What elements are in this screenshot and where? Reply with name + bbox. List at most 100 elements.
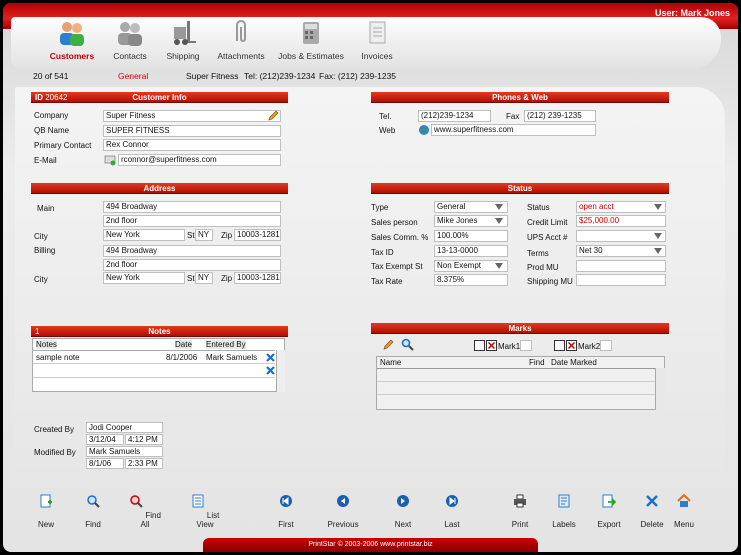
tax-rate-field[interactable]: 8.375% bbox=[434, 274, 508, 286]
email-label: E-Mail bbox=[34, 156, 57, 165]
first-button[interactable]: First bbox=[271, 490, 301, 529]
billing-city-field[interactable]: New York bbox=[103, 272, 185, 284]
note-text: sample note bbox=[36, 353, 80, 362]
marks-scrollbar[interactable] bbox=[655, 368, 665, 410]
fax-field[interactable]: (212) 239-1235 bbox=[524, 110, 596, 122]
last-button[interactable]: Last bbox=[437, 490, 467, 529]
next-button[interactable]: Next bbox=[388, 490, 418, 529]
globe-icon[interactable] bbox=[418, 124, 430, 136]
table-row[interactable]: sample note 8/1/2006 Mark Samuels bbox=[33, 352, 275, 364]
main-address-line2[interactable]: 2nd floor bbox=[103, 215, 281, 227]
billing-address-line1[interactable]: 494 Broadway bbox=[103, 245, 281, 257]
labels-button[interactable]: Labels bbox=[547, 490, 581, 529]
billing-zip-label: Zip bbox=[221, 274, 233, 283]
tab-attachments[interactable]: Attachments bbox=[205, 19, 277, 61]
find-button[interactable]: Find bbox=[78, 490, 108, 529]
print-button[interactable]: Print bbox=[505, 490, 535, 529]
type-label: Type bbox=[371, 203, 389, 212]
tel-field[interactable]: (212)239-1234 bbox=[418, 110, 491, 122]
state-label: St bbox=[187, 231, 195, 240]
clear-mark-icon[interactable] bbox=[566, 340, 577, 351]
created-date-field: 3/12/04 bbox=[86, 434, 124, 445]
created-time-field: 4:12 PM bbox=[125, 434, 163, 445]
ups-acct-label: UPS Acct # bbox=[527, 233, 568, 242]
chevron-down-icon[interactable] bbox=[494, 262, 504, 270]
tab-invoices[interactable]: Invoices bbox=[341, 19, 413, 61]
sub-tab-general[interactable]: General bbox=[118, 71, 148, 81]
list-view-button[interactable]: List View bbox=[185, 490, 225, 529]
search-icon[interactable] bbox=[401, 338, 414, 351]
list-view-label: List View bbox=[196, 511, 220, 529]
company-field[interactable]: Super Fitness bbox=[103, 110, 281, 122]
checkbox-icon[interactable] bbox=[554, 340, 565, 351]
primary-contact-field[interactable]: Rex Connor bbox=[103, 139, 281, 151]
credit-limit-field[interactable]: $25,000.00 bbox=[576, 215, 666, 227]
first-record-icon bbox=[280, 495, 292, 507]
divider bbox=[377, 368, 655, 369]
main-address-label: Main bbox=[37, 204, 55, 213]
export-button[interactable]: Export bbox=[592, 490, 626, 529]
state-field[interactable]: NY bbox=[195, 229, 213, 241]
customer-info-title: Customer Info bbox=[132, 93, 187, 102]
pencil-icon[interactable] bbox=[382, 339, 394, 351]
tab-jobs-estimates[interactable]: Jobs & Estimates bbox=[275, 19, 347, 61]
menu-button[interactable]: Menu bbox=[668, 490, 700, 529]
pencil-icon[interactable] bbox=[267, 110, 279, 122]
tax-id-field[interactable]: 13-13-0000 bbox=[434, 245, 508, 257]
marks-header: Marks bbox=[371, 323, 669, 334]
note-entered-by: Mark Samuels bbox=[206, 353, 258, 362]
new-button[interactable]: New bbox=[31, 490, 61, 529]
billing-zip-field[interactable]: 10003-1281 bbox=[234, 272, 281, 284]
chevron-down-icon[interactable] bbox=[494, 217, 504, 225]
delete-button[interactable]: Delete bbox=[637, 490, 667, 529]
created-by-field: Jodi Cooper bbox=[86, 422, 163, 433]
chevron-down-icon[interactable] bbox=[494, 203, 504, 211]
find-all-button[interactable]: Find All bbox=[127, 490, 163, 529]
chevron-down-icon[interactable] bbox=[653, 203, 663, 211]
app-window: User: Mark Jones Customers Contacts Ship… bbox=[3, 3, 738, 552]
summary-name: Super Fitness bbox=[186, 71, 239, 81]
table-row[interactable] bbox=[33, 365, 275, 378]
city-field[interactable]: New York bbox=[103, 229, 185, 241]
export-label: Export bbox=[597, 520, 621, 529]
tax-rate-label: Tax Rate bbox=[371, 277, 403, 286]
summary-tel: Tel: (212)239-1234 bbox=[244, 71, 316, 81]
next-record-icon bbox=[397, 495, 409, 507]
notes-scrollbar[interactable] bbox=[276, 350, 285, 392]
checkbox-icon[interactable] bbox=[474, 340, 485, 351]
notes-col-notes: Notes bbox=[36, 340, 57, 349]
modified-time-field: 2:33 PM bbox=[125, 458, 163, 469]
note-date: 8/1/2006 bbox=[166, 353, 198, 362]
delete-note-icon[interactable] bbox=[265, 352, 276, 363]
primary-contact-label: Primary Contact bbox=[34, 141, 92, 150]
clear-mark-icon[interactable] bbox=[486, 340, 497, 351]
billing-address-line2[interactable]: 2nd floor bbox=[103, 259, 281, 271]
prod-mu-field[interactable] bbox=[576, 260, 666, 272]
mark1-field[interactable] bbox=[520, 340, 532, 351]
qb-name-field[interactable]: SUPER FITNESS bbox=[103, 125, 281, 137]
delete-note-icon[interactable] bbox=[265, 365, 276, 376]
modified-by-field: Mark Samuels bbox=[86, 446, 163, 457]
chevron-down-icon[interactable] bbox=[653, 247, 663, 255]
next-label: Next bbox=[394, 520, 412, 529]
chevron-down-icon[interactable] bbox=[653, 232, 663, 240]
export-icon bbox=[602, 494, 617, 508]
tax-exempt-label: Tax Exempt St bbox=[371, 262, 423, 271]
shipping-mu-label: Shipping MU bbox=[527, 277, 573, 286]
notes-table: Notes Date Entered By sample note 8/1/20… bbox=[32, 338, 285, 392]
mark2-field[interactable] bbox=[600, 340, 612, 351]
previous-button[interactable]: Previous bbox=[323, 490, 363, 529]
main-address-line1[interactable]: 494 Broadway bbox=[103, 201, 281, 213]
zip-field[interactable]: 10003-1281 bbox=[234, 229, 281, 241]
email-field[interactable]: rconnor@superfitness.com bbox=[118, 154, 281, 166]
company-label: Company bbox=[34, 111, 69, 120]
modified-by-label: Modified By bbox=[34, 448, 76, 457]
home-icon bbox=[677, 493, 691, 507]
summary-fax: Fax: (212) 239-1235 bbox=[319, 71, 397, 81]
shipping-mu-field[interactable] bbox=[576, 274, 666, 286]
sales-comm-field[interactable]: 100.00% bbox=[434, 230, 508, 242]
billing-state-field[interactable]: NY bbox=[195, 272, 213, 284]
web-field[interactable]: www.superfitness.com bbox=[431, 124, 596, 136]
last-record-icon bbox=[446, 495, 458, 507]
email-icon[interactable] bbox=[104, 154, 117, 166]
